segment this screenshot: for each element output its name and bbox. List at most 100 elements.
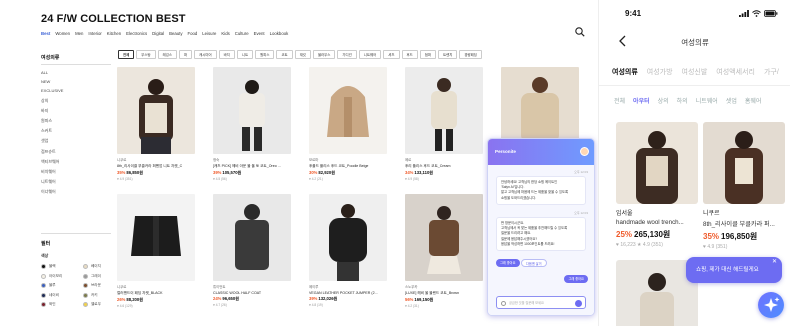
- product-card[interactable]: 모르마 후플드 플리스 후드 코트_Poodle Beige 30%82,920…: [309, 67, 387, 181]
- subtab[interactable]: 셔츠: [383, 50, 400, 59]
- nav-item[interactable]: Kids: [221, 31, 229, 36]
- nav-item[interactable]: Leisure: [202, 31, 216, 36]
- product-image[interactable]: [405, 67, 483, 154]
- sidebar-item[interactable]: 상의: [41, 98, 63, 104]
- color-option[interactable]: 블루: [41, 283, 83, 289]
- mobile-tab[interactable]: 여성의류: [612, 67, 638, 77]
- sidebar-item[interactable]: ALL: [41, 70, 63, 75]
- subtab[interactable]: 니트웨어: [358, 50, 382, 59]
- mobile-tab[interactable]: 가구/: [764, 67, 779, 77]
- product-image[interactable]: [309, 67, 387, 154]
- sidebar-item[interactable]: 니트웨어: [41, 179, 63, 185]
- subtab[interactable]: 니트: [236, 50, 254, 59]
- product-image[interactable]: [405, 194, 483, 281]
- nav-item[interactable]: Women: [55, 31, 70, 36]
- nav-item[interactable]: Culture: [235, 31, 249, 36]
- color-option[interactable]: 아이보리: [41, 273, 83, 279]
- search-icon[interactable]: [574, 26, 586, 38]
- mobile-product-image[interactable]: [703, 122, 785, 204]
- subtab[interactable]: 원피스: [255, 50, 275, 59]
- sidebar-item[interactable]: 액티브웨어: [41, 159, 63, 165]
- mobile-chip[interactable]: 전체: [614, 96, 625, 105]
- product-card[interactable]: 정숙 [캐츠 PICK] 헤비 아운 볼 울 토 코트_Oreo ... 39%…: [213, 67, 291, 181]
- assistant-promo-toast[interactable]: 쇼핑, 제가 대신 해드릴게요 ✕: [686, 257, 782, 283]
- subtab[interactable]: 코트: [276, 50, 293, 59]
- mobile-chip[interactable]: 상의: [658, 96, 669, 105]
- product-name[interactable]: VEGAN LEATHER POCKET JUMPER (2...: [309, 291, 387, 295]
- subtab[interactable]: 재킷: [294, 50, 311, 59]
- mobile-chip[interactable]: 니트웨어: [696, 96, 718, 105]
- sidebar-item[interactable]: 바지: [41, 108, 63, 114]
- quick-reply-yes-button[interactable]: 그래 좋아요: [496, 259, 520, 267]
- chat-input[interactable]: 궁금한 것을 질문해 보세요: [496, 296, 586, 309]
- nav-item[interactable]: Lookbook: [270, 31, 289, 36]
- product-name[interactable]: CLASSIC WOOL HALF COAT: [213, 291, 291, 295]
- product-card[interactable]: 에이루 VEGAN LEATHER POCKET JUMPER (2... 39…: [309, 194, 387, 307]
- nav-item[interactable]: Kitchen: [107, 31, 121, 36]
- color-option[interactable]: 블랙: [41, 264, 83, 269]
- sidebar-item[interactable]: 비치웨어: [41, 169, 63, 175]
- subtab[interactable]: 트렌치: [438, 50, 458, 59]
- product-name[interactable]: 컬러밴드이 패딩 자켓_BLACK: [117, 291, 195, 296]
- ai-assistant-fab[interactable]: [758, 292, 784, 318]
- mobile-tab[interactable]: 여성액세서리: [716, 67, 755, 77]
- color-option[interactable]: 와인: [41, 302, 83, 308]
- subtab[interactable]: 블라우스: [312, 50, 336, 59]
- mobile-tab[interactable]: 여성가방: [647, 67, 673, 77]
- mobile-product-name[interactable]: 8th_리사이클 부클카라 퍼...: [703, 219, 785, 228]
- mobile-chip[interactable]: 아우터: [633, 96, 650, 105]
- product-name[interactable]: [LUXE] 헤비 울 블렌드 코트_Brown: [405, 291, 483, 296]
- product-image[interactable]: [309, 194, 387, 281]
- nav-item[interactable]: Best: [41, 31, 50, 36]
- close-icon[interactable]: ✕: [772, 259, 777, 265]
- quick-reply-later-button[interactable]: 다음엔 살거: [521, 259, 547, 267]
- mobile-product-name[interactable]: handmade wool trench...: [616, 219, 698, 226]
- sidebar-item[interactable]: 점프슈트: [41, 149, 63, 155]
- product-name[interactable]: 후리 플리스 후드 코트_Cream: [405, 164, 483, 169]
- product-image[interactable]: [213, 67, 291, 154]
- sidebar-item[interactable]: EXCLUSIVE: [41, 88, 63, 93]
- product-card[interactable]: 니쿠르 8th_리사이클 부클카라 퍼펜업 니트 자켓_C 35%86,850원…: [117, 67, 195, 181]
- mobile-product-card[interactable]: 임서울 handmade wool trench... 25% 265,130원 …: [616, 122, 698, 248]
- mobile-product-card[interactable]: 니쿠르 8th_리사이클 부클카라 퍼... 35% 196,850원 ♥ 4.9…: [703, 122, 785, 250]
- nav-item[interactable]: Digital: [152, 31, 164, 36]
- subtab[interactable]: 레깅스: [157, 50, 177, 59]
- sidebar-item[interactable]: 이너웨어: [41, 189, 63, 195]
- product-image[interactable]: [117, 194, 195, 281]
- product-card[interactable]: 튜이언트 CLASSIC WOOL HALF COAT 24%96,650원 ♥…: [213, 194, 291, 307]
- subtab[interactable]: 점퍼: [419, 50, 437, 59]
- product-card[interactable]: 니쿠르 컬러밴드이 패딩 자켓_BLACK 26%88,200원 ♥ 4.6 (…: [117, 194, 195, 308]
- product-name[interactable]: [캐츠 PICK] 헤비 아운 볼 울 토 코트_Oreo ...: [213, 164, 291, 169]
- subtab[interactable]: 전체: [118, 50, 135, 59]
- nav-item[interactable]: Beauty: [169, 31, 182, 36]
- send-icon[interactable]: [575, 300, 582, 307]
- mobile-chip[interactable]: 셋업: [726, 96, 737, 105]
- nav-item[interactable]: Interior: [88, 31, 101, 36]
- subtab[interactable]: 경량패딩: [459, 50, 482, 59]
- product-image[interactable]: [117, 67, 195, 154]
- product-card[interactable]: 스노우카 [LUXE] 헤비 울 블렌드 코트_Brown 56%169,150…: [405, 194, 483, 308]
- mobile-product-image[interactable]: [616, 122, 698, 204]
- subtab[interactable]: 바지: [218, 50, 235, 59]
- subtab[interactable]: 후드: [401, 50, 418, 59]
- product-name[interactable]: 후플드 플리스 후드 코트_Poodle Beige: [309, 164, 387, 169]
- nav-item[interactable]: Electronics: [126, 31, 147, 36]
- mobile-chip[interactable]: 홈웨어: [745, 96, 762, 105]
- product-image[interactable]: [213, 194, 291, 281]
- subtab[interactable]: 가디건: [337, 50, 357, 59]
- sidebar-item[interactable]: NEW: [41, 79, 63, 84]
- mobile-chip[interactable]: 하의: [677, 96, 688, 105]
- subtab[interactable]: 퍼: [178, 50, 193, 59]
- nav-item[interactable]: Food: [188, 31, 198, 36]
- nav-item[interactable]: Event: [254, 31, 265, 36]
- nav-item[interactable]: Men: [75, 31, 83, 36]
- product-card[interactable]: 에르 후리 플리스 후드 코트_Cream 34%133,110원 ♥ 4.9 …: [405, 67, 483, 181]
- subtab[interactable]: 무스탕: [136, 50, 156, 59]
- product-name[interactable]: 8th_리사이클 부클카라 퍼펜업 니트 자켓_C: [117, 164, 195, 169]
- sidebar-item[interactable]: 스커트: [41, 128, 63, 134]
- subtab[interactable]: 캐시미어: [194, 50, 217, 59]
- mobile-tab[interactable]: 여성신발: [682, 67, 708, 77]
- sidebar-item[interactable]: 원피스: [41, 118, 63, 124]
- attach-icon[interactable]: [501, 300, 506, 306]
- color-option[interactable]: 네이비: [41, 292, 83, 298]
